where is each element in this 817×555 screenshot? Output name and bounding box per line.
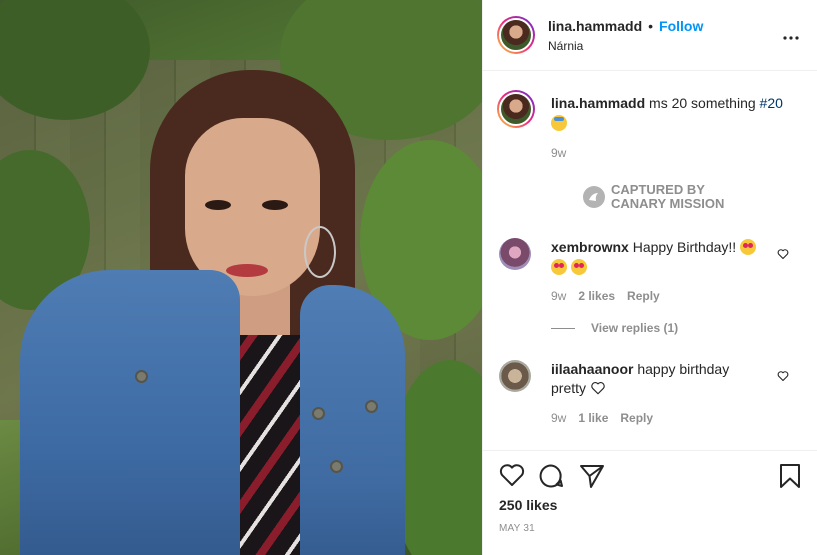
author-avatar[interactable] — [497, 16, 535, 54]
canary-logo-icon — [583, 186, 605, 208]
more-options-icon[interactable] — [783, 24, 799, 45]
reply-button[interactable]: Reply — [620, 411, 653, 425]
reply-button[interactable]: Reply — [627, 289, 660, 303]
post-details-panel: lina.hammadd • Follow Nárnia lina.hammad… — [482, 0, 817, 555]
replies-divider — [551, 327, 575, 329]
jacket-button — [312, 407, 325, 420]
hoop-earring — [304, 226, 336, 278]
jacket-button — [365, 400, 378, 413]
commenter-avatar[interactable] — [499, 360, 531, 392]
comment-likes[interactable]: 2 likes — [578, 289, 615, 303]
like-heart-icon[interactable] — [499, 463, 525, 492]
watermark-line-1: CAPTURED BY — [611, 182, 705, 197]
view-replies-button[interactable]: View replies (1) — [551, 321, 678, 335]
follow-button[interactable]: Follow — [659, 18, 703, 34]
comment-username[interactable]: iilaahaanoor — [551, 361, 633, 377]
heart-eyes-emoji — [740, 239, 757, 255]
likes-count[interactable]: 250 likes — [499, 497, 557, 513]
commenter-avatar[interactable] — [499, 238, 531, 270]
comment-time[interactable]: 9w — [551, 411, 566, 425]
watermark-line-2: CANARY MISSION — [611, 196, 725, 211]
person-eye — [205, 200, 231, 210]
heart-eyes-emoji — [571, 259, 588, 275]
caption-time[interactable]: 9w — [551, 146, 566, 160]
comment-meta: 9w 1 like Reply — [551, 411, 653, 425]
caption-hashtag[interactable]: #20 — [760, 95, 783, 111]
denim-jacket-left — [20, 270, 240, 555]
like-comment-heart-icon[interactable] — [777, 369, 789, 382]
post-actions: 250 likes MAY 31 — [483, 450, 817, 555]
person-eye — [262, 200, 288, 210]
comment-text: Happy Birthday!! — [632, 239, 737, 255]
jacket-button — [135, 370, 148, 383]
caption-author-avatar[interactable] — [497, 90, 535, 128]
person-lips — [226, 264, 268, 277]
like-comment-heart-icon[interactable] — [777, 247, 789, 260]
comment-item: iilaahaanoor happy birthday pretty — [551, 360, 751, 400]
jacket-button — [330, 460, 343, 473]
separator-dot: • — [648, 18, 654, 34]
comment-meta: 9w 2 likes Reply — [551, 289, 660, 303]
white-heart-emoji — [590, 381, 606, 400]
comment-time[interactable]: 9w — [551, 289, 566, 303]
share-paper-plane-icon[interactable] — [579, 463, 605, 494]
view-replies-label[interactable]: View replies (1) — [591, 321, 678, 335]
post-header: lina.hammadd • Follow Nárnia — [483, 0, 817, 71]
author-username[interactable]: lina.hammadd — [548, 18, 642, 34]
comment-username[interactable]: xembrownx — [551, 239, 629, 255]
post-location[interactable]: Nárnia — [548, 39, 583, 53]
caption-username[interactable]: lina.hammadd — [551, 95, 645, 111]
watermark: CAPTURED BY CANARY MISSION — [583, 183, 724, 211]
comment-bubble-icon[interactable] — [538, 463, 564, 494]
post-date[interactable]: MAY 31 — [499, 523, 535, 534]
comment-item: xembrownx Happy Birthday!! — [551, 238, 781, 277]
post-photo[interactable] — [0, 0, 482, 555]
caption: lina.hammadd ms 20 something #20 — [551, 94, 801, 133]
heart-eyes-emoji — [551, 259, 567, 275]
party-face-emoji — [551, 115, 567, 131]
caption-text: ms 20 something — [649, 95, 756, 111]
comment-likes[interactable]: 1 like — [578, 411, 608, 425]
denim-jacket-right — [300, 285, 405, 555]
save-bookmark-icon[interactable] — [779, 463, 801, 494]
